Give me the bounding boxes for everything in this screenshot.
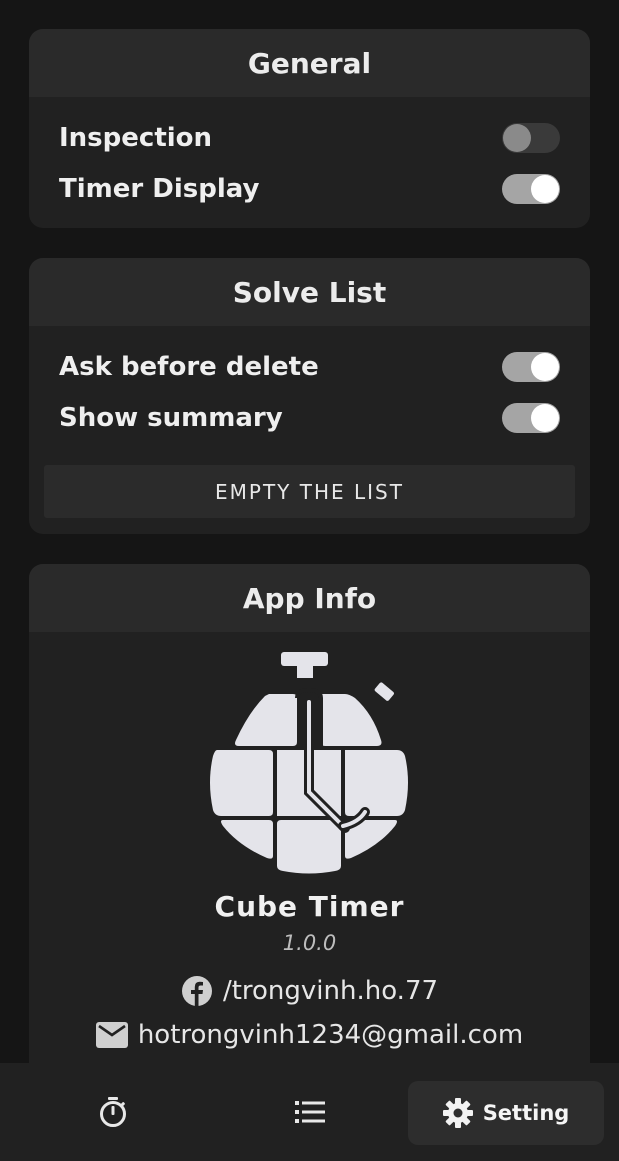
setting-row-show-summary: Show summary bbox=[29, 392, 590, 443]
gear-icon bbox=[442, 1098, 473, 1128]
app-info-card: App Info Cube Timer 1.0.0 /trongvinh.ho.… bbox=[29, 564, 590, 1084]
setting-row-timer-display: Timer Display bbox=[29, 163, 590, 214]
settings-page: General Inspection Timer Display Solve L… bbox=[0, 0, 619, 1161]
cube-timer-logo-icon bbox=[210, 652, 408, 874]
nav-timer-tab[interactable] bbox=[13, 1063, 213, 1161]
setting-row-inspection: Inspection bbox=[29, 112, 590, 163]
general-card: General Inspection Timer Display bbox=[29, 29, 590, 228]
email-contact[interactable]: hotrongvinh1234@gmail.com bbox=[29, 1020, 590, 1050]
facebook-contact[interactable]: /trongvinh.ho.77 bbox=[29, 975, 590, 1007]
setting-row-ask-before-delete: Ask before delete bbox=[29, 341, 590, 392]
facebook-handle: /trongvinh.ho.77 bbox=[222, 976, 439, 1006]
bottom-navigation: Setting bbox=[0, 1063, 619, 1161]
show-summary-label: Show summary bbox=[59, 402, 283, 433]
app-name: Cube Timer bbox=[214, 890, 405, 923]
toggle-knob bbox=[531, 174, 559, 203]
solve-list-title: Solve List bbox=[29, 258, 590, 326]
email-address: hotrongvinh1234@gmail.com bbox=[137, 1020, 524, 1050]
inspection-label: Inspection bbox=[59, 122, 213, 153]
nav-setting-tab[interactable]: Setting bbox=[408, 1081, 604, 1145]
timer-display-label: Timer Display bbox=[59, 173, 260, 204]
ask-before-delete-toggle[interactable] bbox=[502, 351, 560, 382]
mail-icon bbox=[95, 1022, 128, 1048]
facebook-icon bbox=[181, 976, 212, 1006]
solve-list-card: Solve List Ask before delete Show summar… bbox=[29, 258, 590, 534]
general-title: General bbox=[29, 29, 590, 97]
inspection-toggle[interactable] bbox=[502, 122, 560, 153]
toggle-knob bbox=[503, 123, 531, 152]
empty-list-button[interactable]: EMPTY THE LIST bbox=[44, 465, 575, 518]
toggle-knob bbox=[531, 352, 559, 381]
show-summary-toggle[interactable] bbox=[502, 402, 560, 433]
nav-setting-label: Setting bbox=[482, 1101, 570, 1125]
app-version: 1.0.0 bbox=[282, 931, 337, 955]
nav-list-tab[interactable] bbox=[210, 1063, 410, 1161]
list-icon bbox=[295, 1101, 325, 1123]
timer-display-toggle[interactable] bbox=[502, 173, 560, 204]
ask-before-delete-label: Ask before delete bbox=[59, 351, 319, 382]
app-info-title: App Info bbox=[29, 564, 590, 632]
stopwatch-icon bbox=[100, 1097, 126, 1127]
toggle-knob bbox=[531, 403, 559, 432]
